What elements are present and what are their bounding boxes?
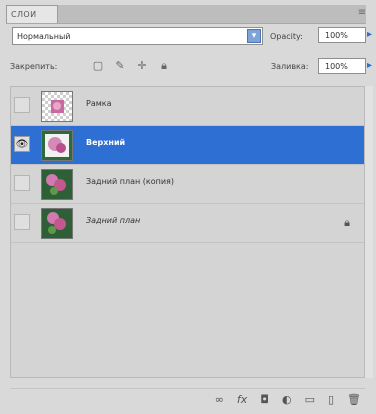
panel-menu-icon[interactable]: ≡ [356, 7, 368, 19]
layer-name: Верхний [86, 138, 126, 147]
opacity-value: 100% [325, 30, 348, 40]
layer-name: Задний план (копия) [86, 177, 174, 186]
tab-bar: СЛОИ ≡ [6, 5, 366, 24]
visibility-toggle[interactable] [14, 175, 30, 191]
blend-row: Нормальный ▾ Opacity: 100% ▸ [6, 27, 372, 49]
lock-row: Закрепить: ▢ ✎ ✛ 🔒︎ Заливка: 100% ▸ [6, 58, 372, 77]
layers-panel: СЛОИ ≡ Нормальный ▾ Opacity: 100% ▸ Закр… [0, 0, 376, 414]
bottom-toolbar: ∞ fx ◘ ◐ ▭ ▯ 🗑︎ [10, 388, 365, 411]
layer-row-top[interactable]: 👁︎ Верхний [11, 126, 364, 165]
opacity-arrow-icon[interactable]: ▸ [367, 28, 375, 42]
layer-row-background[interactable]: Задний план 🔒︎ [11, 204, 364, 243]
layer-thumbnail [41, 208, 73, 239]
new-group-icon[interactable]: ▭ [305, 393, 315, 407]
visibility-toggle[interactable] [14, 97, 30, 113]
lock-all-icon[interactable]: 🔒︎ [158, 60, 170, 72]
opacity-label: Opacity: [270, 32, 303, 41]
chevron-down-icon[interactable]: ▾ [247, 29, 261, 43]
layer-thumbnail [41, 130, 73, 161]
delete-layer-icon[interactable]: 🗑︎ [347, 393, 361, 407]
layer-list: Рамка 👁︎ Верхний Задний план (копия) Зад… [10, 86, 365, 378]
tab-layers[interactable]: СЛОИ [6, 5, 58, 23]
layer-thumbnail [41, 169, 73, 200]
lock-options: ▢ ✎ ✛ 🔒︎ [92, 60, 170, 72]
lock-icon: 🔒︎ [344, 216, 350, 229]
fill-label: Заливка: [271, 62, 309, 71]
lock-transparent-icon[interactable]: ▢ [92, 60, 104, 72]
visibility-toggle[interactable]: 👁︎ [14, 136, 30, 152]
fill-input[interactable]: 100% [318, 58, 366, 74]
layer-thumbnail [41, 91, 73, 122]
fx-icon[interactable]: fx [237, 393, 247, 407]
layer-list-scrollbar[interactable] [365, 86, 373, 378]
adjustment-layer-icon[interactable]: ◐ [282, 393, 292, 407]
add-mask-icon[interactable]: ◘ [260, 393, 269, 407]
blend-mode-select[interactable]: Нормальный ▾ [12, 27, 263, 45]
fill-value: 100% [325, 61, 348, 71]
layer-name: Рамка [86, 99, 112, 108]
link-layers-icon[interactable]: ∞ [215, 393, 224, 407]
visibility-toggle[interactable] [14, 214, 30, 230]
lock-move-icon[interactable]: ✛ [136, 60, 148, 72]
layer-name: Задний план [86, 216, 141, 225]
opacity-input[interactable]: 100% [318, 27, 366, 43]
lock-brush-icon[interactable]: ✎ [114, 60, 126, 72]
layer-row-background-copy[interactable]: Задний план (копия) [11, 165, 364, 204]
lock-label: Закрепить: [10, 62, 58, 71]
layer-row-frame[interactable]: Рамка [11, 87, 364, 126]
fill-arrow-icon[interactable]: ▸ [367, 59, 375, 73]
new-layer-icon[interactable]: ▯ [328, 393, 334, 407]
eye-icon: 👁︎ [15, 138, 29, 150]
blend-mode-value: Нормальный [17, 31, 71, 41]
